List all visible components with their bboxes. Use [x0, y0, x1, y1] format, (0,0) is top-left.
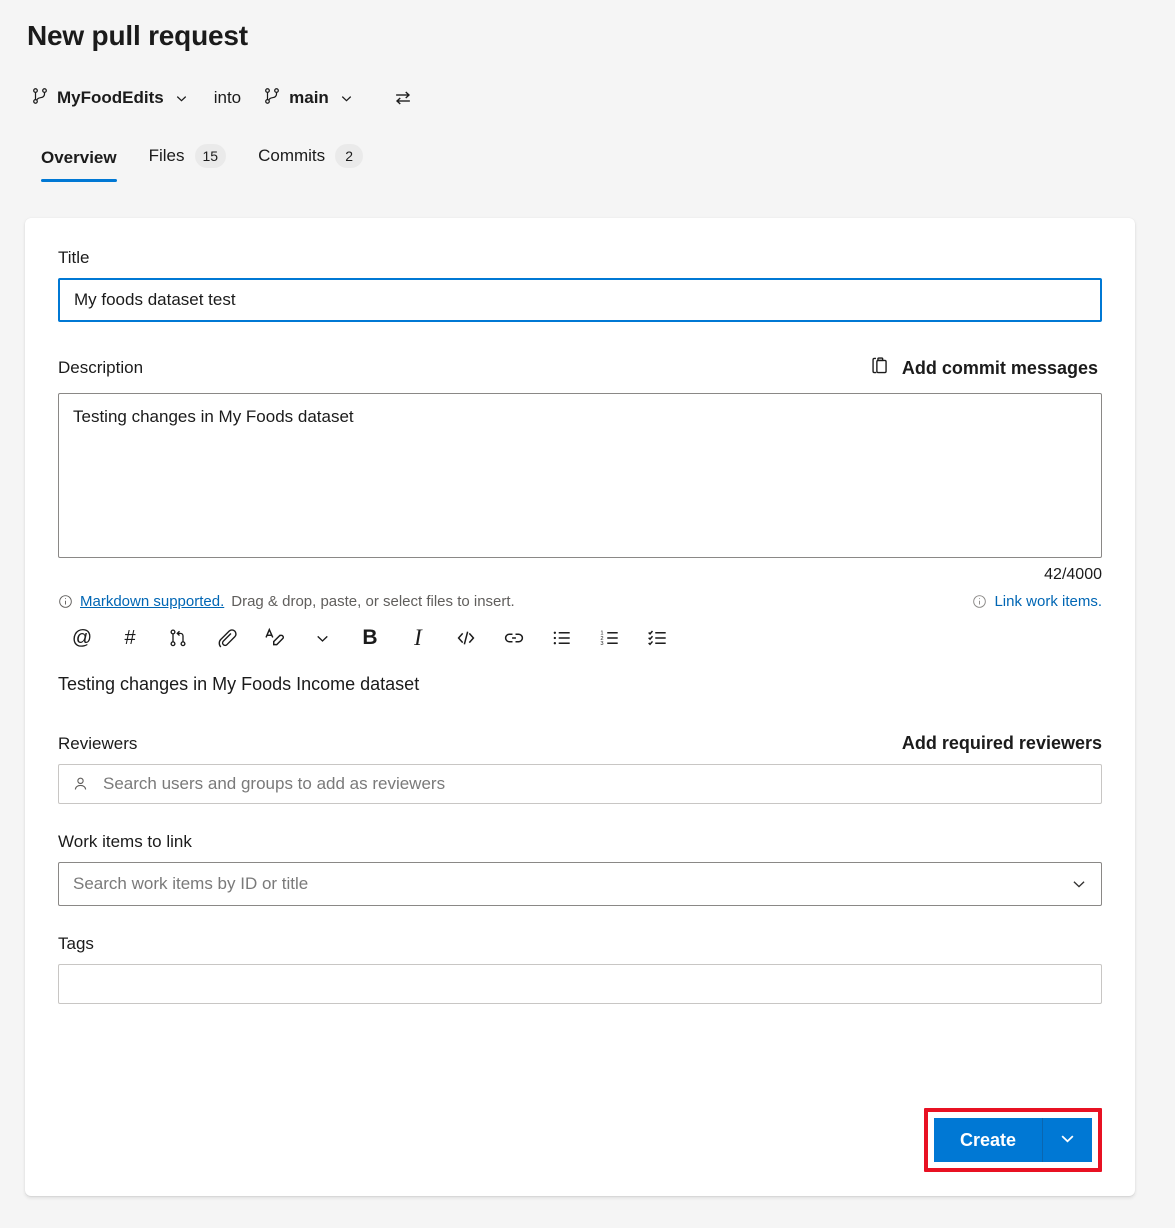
chevron-down-icon: [1058, 1129, 1077, 1151]
add-required-reviewers-button[interactable]: Add required reviewers: [902, 733, 1102, 754]
info-circle-icon: [58, 594, 73, 609]
link-work-items-link[interactable]: Link work items.: [972, 593, 1102, 610]
title-label: Title: [58, 248, 1102, 268]
git-branch-icon: [263, 87, 281, 110]
attach-icon[interactable]: [202, 621, 250, 655]
tab-count-badge: 2: [335, 144, 363, 168]
new-pull-request-page: New pull request MyFoodEdits into: [0, 0, 1175, 1228]
source-branch-selector[interactable]: MyFoodEdits: [27, 82, 196, 114]
into-label: into: [214, 88, 241, 108]
markdown-hint-row: Markdown supported. Drag & drop, paste, …: [58, 593, 1102, 610]
hash-glyph: #: [124, 627, 135, 650]
bold-icon[interactable]: B: [346, 621, 394, 655]
description-label: Description: [58, 358, 143, 378]
more-chevron-icon[interactable]: [298, 621, 346, 655]
source-branch-label: MyFoodEdits: [57, 88, 164, 108]
hash-icon[interactable]: #: [106, 621, 154, 655]
tags-input[interactable]: [58, 964, 1102, 1004]
markdown-hint: Markdown supported. Drag & drop, paste, …: [58, 593, 515, 610]
work-items-input[interactable]: [58, 862, 1102, 906]
link-icon[interactable]: [490, 621, 538, 655]
work-items-field: [58, 862, 1102, 906]
italic-icon[interactable]: I: [394, 621, 442, 655]
description-preview: Testing changes in My Foods Income datas…: [58, 674, 1102, 695]
swap-branches-icon[interactable]: [389, 84, 417, 112]
tab-overview[interactable]: Overview: [25, 144, 133, 182]
tab-commits[interactable]: Commits 2: [242, 140, 379, 182]
info-circle-icon: [972, 594, 987, 609]
pull-request-form-card: Title Description Add commit messages: [25, 218, 1135, 1196]
tab-label: Commits: [258, 146, 325, 166]
create-button[interactable]: Create: [934, 1118, 1042, 1162]
mention-glyph: @: [72, 627, 92, 650]
chevron-down-icon[interactable]: [1070, 875, 1088, 893]
chevron-down-icon: [337, 88, 357, 108]
tab-label: Files: [149, 146, 185, 166]
add-commit-messages-button[interactable]: Add commit messages: [865, 353, 1102, 383]
description-header: Description Add commit messages: [58, 353, 1102, 383]
reviewers-header: Reviewers Add required reviewers: [58, 733, 1102, 754]
branch-selector-row: MyFoodEdits into main: [27, 80, 417, 116]
create-options-button[interactable]: [1042, 1118, 1092, 1162]
bold-glyph: B: [362, 626, 377, 650]
mention-icon[interactable]: @: [58, 621, 106, 655]
reviewers-input[interactable]: [58, 764, 1102, 804]
tab-count-badge: 15: [195, 144, 227, 168]
tab-files[interactable]: Files 15: [133, 140, 242, 182]
tab-label: Overview: [41, 148, 117, 168]
bulleted-list-icon[interactable]: [538, 621, 586, 655]
character-counter: 42/4000: [58, 566, 1102, 584]
target-branch-label: main: [289, 88, 329, 108]
reviewers-label: Reviewers: [58, 734, 137, 754]
target-branch-selector[interactable]: main: [259, 82, 361, 114]
highlight-text-icon[interactable]: [250, 621, 298, 655]
page-title: New pull request: [27, 20, 248, 52]
numbered-list-icon[interactable]: 1 2 3: [586, 621, 634, 655]
git-branch-icon: [31, 87, 49, 110]
code-icon[interactable]: [442, 621, 490, 655]
reviewers-field: [58, 764, 1102, 804]
markdown-toolbar: @ #: [58, 620, 1102, 656]
link-work-items-label: Link work items.: [994, 593, 1102, 610]
tags-label: Tags: [58, 934, 1102, 954]
markdown-hint-text: Drag & drop, paste, or select files to i…: [231, 593, 514, 610]
work-items-label: Work items to link: [58, 832, 1102, 852]
add-commit-messages-label: Add commit messages: [902, 358, 1098, 379]
description-textarea[interactable]: [58, 393, 1102, 558]
pr-tabs: Overview Files 15 Commits 2: [25, 140, 379, 182]
italic-glyph: I: [414, 625, 422, 651]
checklist-icon[interactable]: [634, 621, 682, 655]
title-input[interactable]: [58, 278, 1102, 322]
clipboard-icon: [869, 355, 890, 381]
create-button-group: Create: [934, 1118, 1092, 1162]
markdown-supported-link[interactable]: Markdown supported.: [80, 593, 224, 610]
chevron-down-icon: [172, 88, 192, 108]
svg-text:3: 3: [600, 641, 603, 647]
create-button-highlight: Create: [924, 1108, 1102, 1172]
pull-request-icon[interactable]: [154, 621, 202, 655]
create-action-area: Create: [924, 1108, 1102, 1172]
